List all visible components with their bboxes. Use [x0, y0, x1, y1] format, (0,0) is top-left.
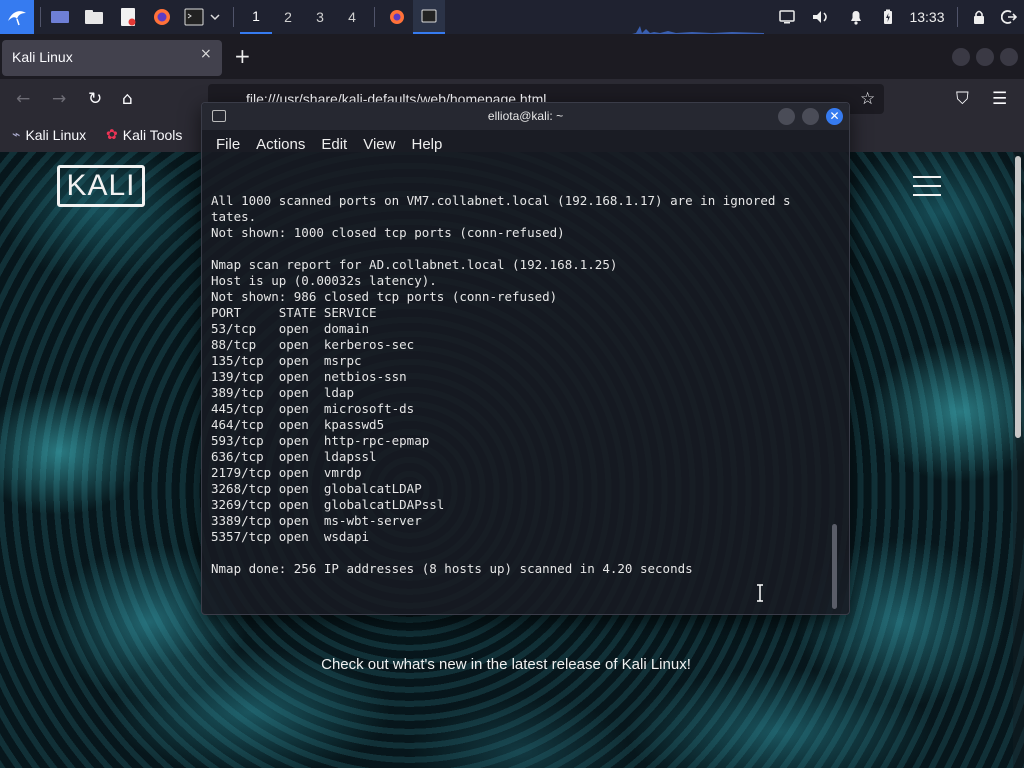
terminal-output-line: 593/tcp open http-rpc-epmap: [211, 433, 430, 448]
new-tab-button[interactable]: +: [234, 44, 251, 68]
menu-actions[interactable]: Actions: [256, 136, 305, 153]
kali-dragon-icon: [8, 11, 26, 26]
terminal-output-line: 135/tcp open msrpc: [211, 353, 362, 368]
tab-title: Kali Linux: [12, 49, 73, 65]
terminal-output-line: Not shown: 1000 closed tcp ports (conn-r…: [211, 225, 565, 240]
terminal-output-line: 389/tcp open ldap: [211, 385, 354, 400]
terminal-output-line: Not shown: 986 closed tcp ports (conn-re…: [211, 289, 558, 304]
terminal-output-line: All 1000 scanned ports on VM7.collabnet.…: [211, 193, 791, 208]
terminal-output-line: Nmap done: 256 IP addresses (8 hosts up)…: [211, 561, 693, 576]
kali-logo[interactable]: KALI: [57, 165, 145, 207]
lock-screen-icon[interactable]: [964, 0, 994, 34]
terminal-output-line: 5357/tcp open wsdapi: [211, 529, 370, 544]
workspace-1-button[interactable]: 1: [240, 0, 272, 34]
terminal-output-line: 139/tcp open netbios-ssn: [211, 369, 407, 384]
terminal-menubar: File Actions Edit View Help: [202, 130, 849, 158]
page-scrollbar-thumb[interactable]: [1015, 156, 1021, 438]
terminal-output-line: 3269/tcp open globalcatLDAPssl: [211, 497, 445, 512]
terminal-output-line: Host is up (0.00032s latency).: [211, 273, 437, 288]
browser-tab-kali-linux[interactable]: Kali Linux ×: [2, 40, 222, 76]
menu-edit[interactable]: Edit: [321, 136, 347, 153]
kali-tools-icon: ✿: [106, 126, 118, 142]
panel-clock[interactable]: 13:33: [903, 0, 951, 34]
panel-separator: [957, 7, 958, 27]
reload-icon[interactable]: ↻: [88, 89, 102, 109]
menu-help[interactable]: Help: [411, 136, 442, 153]
home-icon[interactable]: ⌂: [122, 89, 133, 109]
notifications-bell-icon[interactable]: [839, 0, 873, 34]
terminal-output-line: PORT STATE SERVICE: [211, 305, 377, 320]
terminal-output-line: Nmap scan report for AD.collabnet.local …: [211, 257, 618, 272]
kali-dragon-icon: ⌁: [12, 126, 21, 142]
terminal-window[interactable]: elliota@kali: ~ ✕ File Actions Edit View…: [201, 102, 850, 615]
tab-close-icon[interactable]: ×: [200, 46, 212, 62]
logout-icon[interactable]: [994, 0, 1024, 34]
bookmark-label: Kali Linux: [25, 126, 87, 143]
bookmark-star-icon[interactable]: ☆: [860, 89, 875, 109]
terminal-output-line: 88/tcp open kerberos-sec: [211, 337, 415, 352]
pocket-icon[interactable]: ⛉: [956, 89, 969, 109]
taskbar-firefox-window[interactable]: [381, 0, 413, 34]
bookmark-kali-tools[interactable]: ✿ Kali Tools: [106, 126, 182, 143]
menu-file[interactable]: File: [216, 136, 240, 153]
terminal-output-line: 2179/tcp open vmrdp: [211, 465, 362, 480]
cpu-graph-widget: [632, 26, 764, 34]
window-close-button[interactable]: [1000, 48, 1018, 66]
terminal-output-line: 445/tcp open microsoft-ds: [211, 401, 415, 416]
terminal-output-line: 3268/tcp open globalcatLDAP: [211, 481, 422, 496]
terminal-title: elliota@kali: ~: [487, 109, 564, 123]
kali-menu-button[interactable]: [0, 0, 34, 34]
terminal-output-line: 53/tcp open domain: [211, 321, 370, 336]
page-scrollbar[interactable]: [1013, 152, 1024, 768]
terminal-output-line: 3389/tcp open ms-wbt-server: [211, 513, 422, 528]
show-desktop-icon[interactable]: [47, 0, 73, 34]
workspace-4-button[interactable]: 4: [336, 0, 368, 34]
terminal-titlebar[interactable]: elliota@kali: ~ ✕: [202, 103, 849, 130]
terminal-output[interactable]: All 1000 scanned ports on VM7.collabnet.…: [211, 161, 831, 601]
terminal-output-line: tates.: [211, 209, 257, 224]
bookmark-kali-linux[interactable]: ⌁ Kali Linux: [12, 126, 86, 143]
volume-icon[interactable]: [803, 0, 839, 34]
panel-separator: [374, 7, 375, 27]
file-manager-icon[interactable]: [81, 0, 107, 34]
terminal-close-button[interactable]: ✕: [826, 108, 843, 125]
bookmark-label: Kali Tools: [122, 126, 183, 143]
app-menu-icon[interactable]: ☰: [992, 89, 1007, 109]
window-maximize-button[interactable]: [976, 48, 994, 66]
terminal-output-line: 464/tcp open kpasswd5: [211, 417, 385, 432]
terminal-output-line: 636/tcp open ldapssl: [211, 449, 377, 464]
workspace-3-button[interactable]: 3: [304, 0, 336, 34]
taskbar-terminal-window[interactable]: [413, 0, 445, 34]
workspace-2-button[interactable]: 2: [272, 0, 304, 34]
release-announcement-link[interactable]: Check out what's new in the latest relea…: [0, 656, 1012, 673]
panel-separator: [233, 7, 234, 27]
top-panel: 1 2 3 4 13:33: [0, 0, 1024, 34]
back-arrow-icon[interactable]: ←: [16, 89, 30, 109]
terminal-maximize-button[interactable]: [802, 108, 819, 125]
firefox-icon[interactable]: [149, 0, 175, 34]
text-editor-icon[interactable]: [115, 0, 141, 34]
hamburger-menu-icon[interactable]: [913, 176, 941, 198]
display-icon[interactable]: [771, 0, 803, 34]
forward-arrow-icon[interactable]: →: [52, 89, 66, 109]
panel-separator: [40, 7, 41, 27]
terminal-scrollbar[interactable]: [832, 524, 837, 609]
terminal-launcher-icon[interactable]: [181, 0, 207, 34]
window-minimize-button[interactable]: [952, 48, 970, 66]
ibeam-mouse-cursor-icon: [757, 584, 763, 602]
menu-view[interactable]: View: [363, 136, 395, 153]
terminal-output-lines: All 1000 scanned ports on VM7.collabnet.…: [211, 193, 831, 593]
battery-charging-icon[interactable]: [873, 0, 903, 34]
chevron-down-icon[interactable]: [207, 0, 223, 34]
terminal-minimize-button[interactable]: [778, 108, 795, 125]
